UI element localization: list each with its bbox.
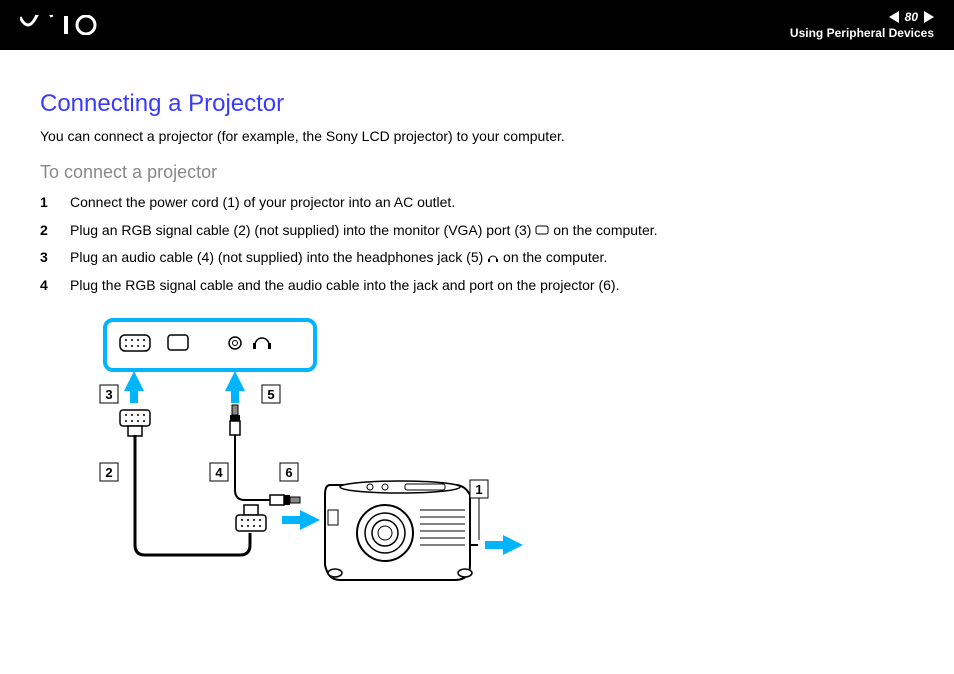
page-content: Connecting a Projector You can connect a… bbox=[0, 50, 954, 640]
vaio-logo bbox=[20, 15, 110, 35]
diagram-label-2: 2 bbox=[105, 465, 112, 480]
step-number: 4 bbox=[40, 276, 54, 296]
step-item: 4 Plug the RGB signal cable and the audi… bbox=[40, 276, 914, 296]
step-item: 1 Connect the power cord (1) of your pro… bbox=[40, 193, 914, 213]
diagram-label-5: 5 bbox=[267, 387, 274, 402]
step-text: Plug an RGB signal cable (2) (not suppli… bbox=[70, 221, 914, 241]
subheading: To connect a projector bbox=[40, 162, 914, 183]
step-number: 2 bbox=[40, 221, 54, 241]
page-header: 80 Using Peripheral Devices bbox=[0, 0, 954, 50]
step-text: Plug an audio cable (4) (not supplied) i… bbox=[70, 248, 914, 268]
diagram-label-6: 6 bbox=[285, 465, 292, 480]
nav-prev-icon[interactable] bbox=[889, 11, 899, 23]
diagram-label-3: 3 bbox=[105, 387, 112, 402]
diagram-label-4: 4 bbox=[215, 465, 223, 480]
monitor-port-icon bbox=[535, 225, 549, 237]
step-item: 2 Plug an RGB signal cable (2) (not supp… bbox=[40, 221, 914, 241]
step-number: 1 bbox=[40, 193, 54, 213]
page-nav: 80 bbox=[790, 10, 934, 24]
step-text: Connect the power cord (1) of your proje… bbox=[70, 193, 914, 213]
header-right: 80 Using Peripheral Devices bbox=[790, 10, 934, 40]
page-title: Connecting a Projector bbox=[40, 90, 914, 118]
projector-icon bbox=[325, 481, 472, 580]
step-item: 3 Plug an audio cable (4) (not supplied)… bbox=[40, 248, 914, 268]
step-number: 3 bbox=[40, 248, 54, 268]
section-label: Using Peripheral Devices bbox=[790, 26, 934, 40]
step-list: 1 Connect the power cord (1) of your pro… bbox=[40, 193, 914, 295]
nav-next-icon[interactable] bbox=[924, 11, 934, 23]
headphone-icon bbox=[487, 252, 499, 264]
step-text: Plug the RGB signal cable and the audio … bbox=[70, 276, 914, 296]
page-number: 80 bbox=[905, 10, 918, 24]
intro-text: You can connect a projector (for example… bbox=[40, 128, 914, 144]
connection-diagram: 3 5 2 4 6 bbox=[40, 315, 914, 640]
diagram-label-1: 1 bbox=[475, 482, 482, 497]
